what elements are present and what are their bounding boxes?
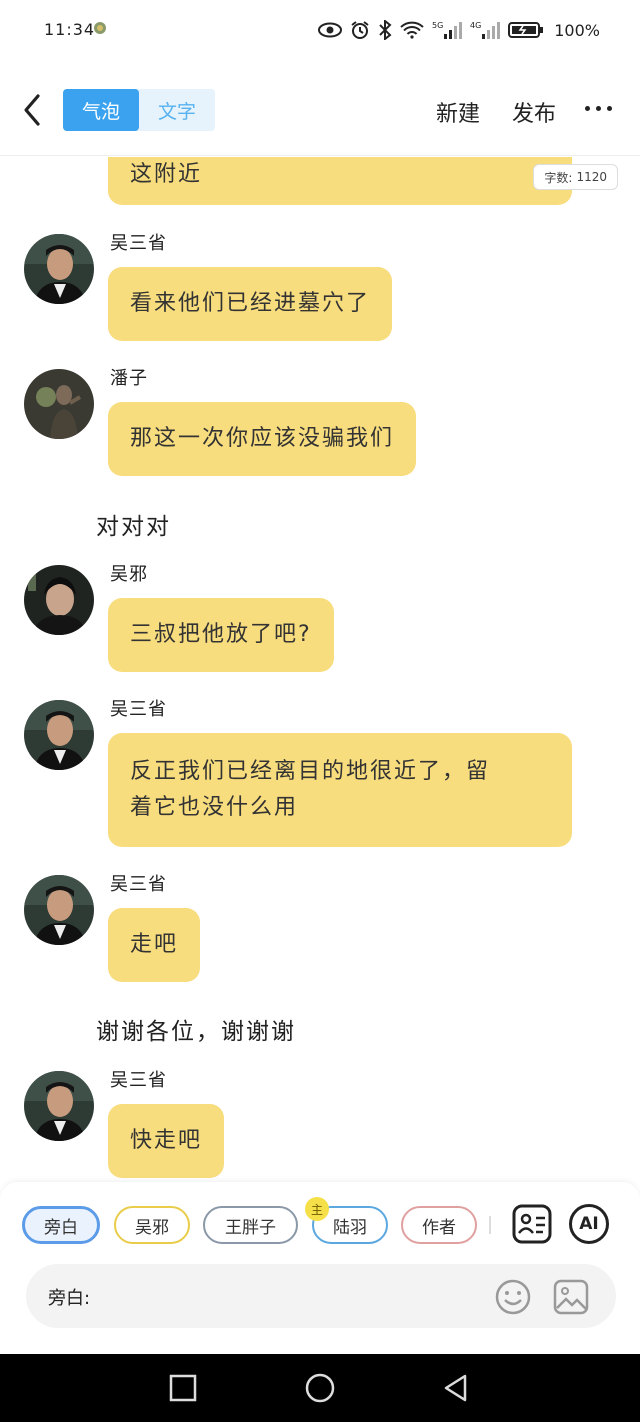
message-bubble[interactable]: 那这一次你应该没骗我们 — [108, 402, 417, 476]
speaker-name: 吴邪 — [110, 564, 148, 585]
avatar[interactable] — [24, 234, 94, 304]
contacts-card-icon[interactable] — [512, 1204, 552, 1244]
battery-percent: 100% — [554, 20, 600, 40]
message-text: 三叔把他放了吧? — [130, 622, 312, 647]
speaker-name: 吴三省 — [110, 233, 167, 254]
more-dot-icon — [585, 106, 590, 111]
speaker-name: 吴三省 — [110, 699, 167, 720]
status-icons: 5G 4G 100% — [318, 18, 600, 42]
avatar[interactable] — [24, 565, 94, 635]
role-chip-narrator[interactable]: 旁白 — [22, 1206, 100, 1244]
image-icon[interactable] — [552, 1278, 590, 1316]
publish-button[interactable]: 发布 — [512, 96, 556, 128]
bluetooth-icon — [379, 20, 392, 40]
back-triangle-icon[interactable] — [439, 1371, 473, 1405]
wifi-icon — [400, 21, 424, 39]
composer-panel: 旁白 吴邪 王胖子 陆羽 主 作者 AI 旁白: — [0, 1182, 640, 1354]
recents-square-icon[interactable] — [166, 1371, 200, 1405]
message-bubble[interactable]: 看来他们已经进墓穴了 — [108, 267, 393, 341]
system-nav-bar — [0, 1354, 640, 1422]
message-input[interactable] — [132, 1280, 492, 1312]
avatar[interactable] — [24, 700, 94, 770]
word-count-badge: 字数: 1120 — [533, 164, 618, 190]
role-chip-wangpangzi[interactable]: 王胖子 — [203, 1206, 298, 1244]
narration-text[interactable]: 谢谢各位，谢谢谢 — [96, 1012, 296, 1046]
avatar[interactable] — [24, 1071, 94, 1141]
avatar-wu-sansheng-icon — [24, 234, 94, 304]
role-chip-wuxie[interactable]: 吴邪 — [114, 1206, 190, 1244]
word-count-value: 1120 — [576, 170, 607, 184]
home-circle-icon[interactable] — [303, 1371, 337, 1405]
more-options-button[interactable] — [585, 106, 612, 111]
avatar-wu-sansheng-icon — [24, 700, 94, 770]
host-badge: 主 — [305, 1197, 329, 1221]
emoji-icon[interactable] — [494, 1278, 532, 1316]
speaker-name: 吴三省 — [110, 1070, 167, 1091]
message-input-row: 旁白: — [26, 1264, 616, 1328]
avatar-wu-sansheng-icon — [24, 1071, 94, 1141]
status-bar: 11:34 5G 4G 100% — [0, 0, 640, 62]
message-bubble[interactable]: 反正我们已经离目的地很近了，留 着它也没什么用 — [108, 733, 572, 847]
back-arrow-icon[interactable] — [18, 90, 48, 130]
alarm-icon — [351, 21, 369, 39]
narration-text[interactable]: 对对对 — [96, 507, 171, 541]
avatar-wu-sansheng-icon — [24, 875, 94, 945]
svg-text:4G: 4G — [470, 21, 481, 30]
battery-icon — [508, 22, 544, 38]
avatar-panzi-icon — [24, 369, 94, 439]
message-text: 那这一次你应该没骗我们 — [130, 426, 395, 451]
header: 气泡 文字 新建 发布 — [0, 62, 640, 156]
more-dot-icon — [607, 106, 612, 111]
word-count-label: 字数: — [544, 170, 573, 185]
message-text: 看来他们已经进墓穴了 — [130, 291, 371, 316]
speaker-name: 潘子 — [110, 368, 148, 389]
message-text: 走吧 — [130, 932, 179, 957]
eye-icon — [318, 22, 343, 38]
message-text: 快走吧 — [130, 1128, 203, 1153]
role-chip-author[interactable]: 作者 — [401, 1206, 477, 1244]
more-dot-icon — [596, 106, 601, 111]
app-notification-icon — [94, 22, 106, 34]
speaker-name: 吴三省 — [110, 874, 167, 895]
avatar-wu-xie-icon — [24, 565, 94, 635]
tab-bubble[interactable]: 气泡 — [63, 89, 139, 131]
tab-text[interactable]: 文字 — [139, 89, 215, 131]
avatar[interactable] — [24, 875, 94, 945]
message-text-line: 反正我们已经离目的地很近了，留 — [130, 759, 491, 784]
view-mode-tabs: 气泡 文字 — [63, 89, 215, 131]
chat-area: 这附近 字数: 1120 吴三省 看来他们已经进墓穴了 潘子 那这一次你应该没骗… — [0, 157, 640, 1182]
signal-5g-icon: 5G — [432, 21, 463, 39]
status-time: 11:34 — [44, 20, 96, 39]
signal-4g-icon: 4G — [470, 21, 501, 39]
new-button[interactable]: 新建 — [436, 96, 480, 128]
svg-text:5G: 5G — [432, 21, 443, 30]
message-bubble[interactable]: 快走吧 — [108, 1104, 225, 1178]
message-text-line: 着它也没什么用 — [130, 795, 299, 820]
input-role-prefix: 旁白: — [48, 1288, 91, 1309]
ai-button[interactable]: AI — [569, 1204, 609, 1244]
avatar[interactable] — [24, 369, 94, 439]
message-text: 这附近 — [130, 162, 203, 187]
chip-overflow-divider — [489, 1216, 491, 1234]
message-bubble[interactable]: 走吧 — [108, 908, 201, 982]
message-bubble[interactable]: 三叔把他放了吧? — [108, 598, 334, 672]
message-bubble[interactable]: 这附近 — [108, 157, 572, 205]
